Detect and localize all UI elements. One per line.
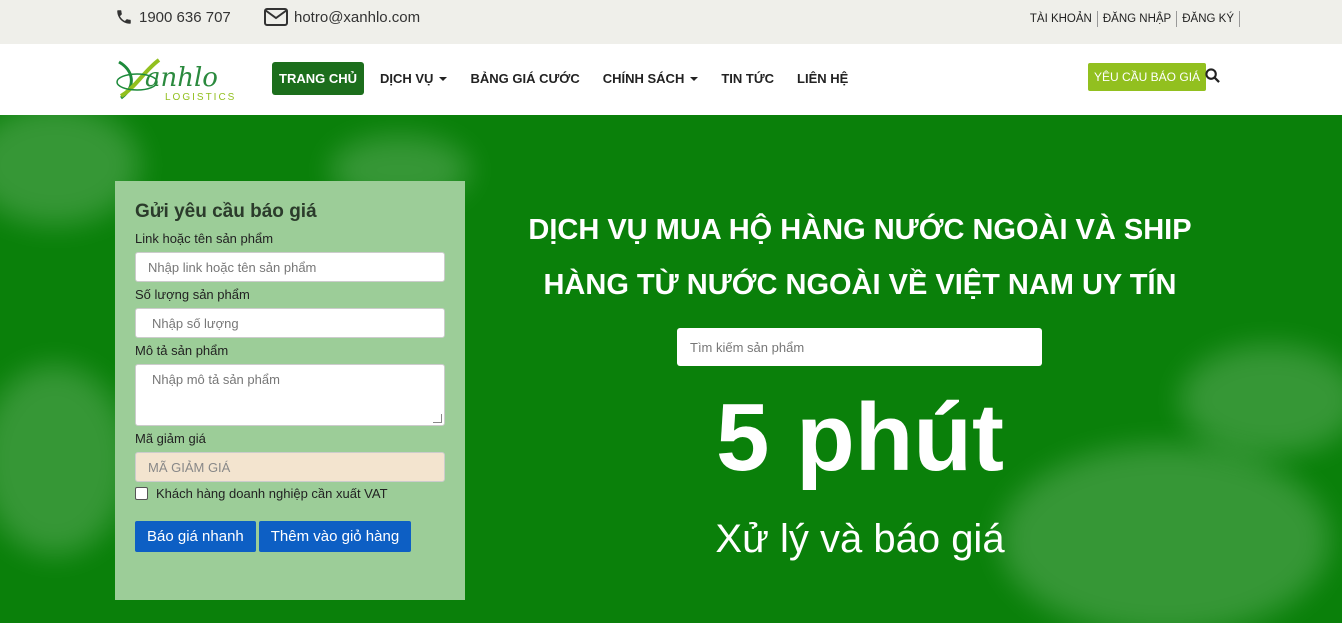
svg-text:LOGISTICS: LOGISTICS xyxy=(165,92,235,103)
register-link[interactable]: ĐĂNG KÝ xyxy=(1177,11,1240,27)
nav-pricing[interactable]: BẢNG GIÁ CƯỚC xyxy=(463,62,586,95)
phone-number: 1900 636 707 xyxy=(139,8,231,26)
vat-label: Khách hàng doanh nghiệp cần xuất VAT xyxy=(156,486,388,501)
vat-checkbox-row: Khách hàng doanh nghiệp cần xuất VAT xyxy=(135,486,445,501)
product-label: Link hoặc tên sản phẩm xyxy=(135,231,274,246)
qty-label: Số lượng sản phẩm xyxy=(135,287,250,302)
desc-label: Mô tả sản phẩm xyxy=(135,343,229,358)
main-navbar: anhlo LOGISTICS TRANG CHỦ DỊCH VỤ BẢNG G… xyxy=(0,44,1342,115)
account-links: TÀI KHOẢN ĐĂNG NHẬP ĐĂNG KÝ xyxy=(1025,11,1240,27)
nav-menu: TRANG CHỦ DỊCH VỤ BẢNG GIÁ CƯỚC CHÍNH SÁ… xyxy=(272,62,864,95)
desc-textarea[interactable]: Nhập mô tả sản phẩm xyxy=(135,364,445,426)
email-contact[interactable]: hotro@xanhlo.com xyxy=(264,8,420,26)
brand-logo[interactable]: anhlo LOGISTICS xyxy=(115,56,235,104)
nav-contact[interactable]: LIÊN HỆ xyxy=(790,62,855,95)
svg-text:anhlo: anhlo xyxy=(145,63,218,93)
nav-news[interactable]: TIN TỨC xyxy=(714,62,781,95)
email-address: hotro@xanhlo.com xyxy=(294,8,421,26)
cloud-decoration xyxy=(0,365,130,555)
desc-placeholder: Nhập mô tả sản phẩm xyxy=(152,372,280,387)
hero-big-text: 5 phút xyxy=(716,384,1004,491)
hero-title-line2: HÀNG TỪ NƯỚC NGOÀI VỀ VIỆT NAM UY TÍN xyxy=(543,269,1177,301)
top-bar: 1900 636 707 hotro@xanhlo.com TÀI KHOẢN … xyxy=(0,0,1342,44)
hero-section: Gửi yêu cầu báo giá Link hoặc tên sản ph… xyxy=(0,115,1342,623)
nav-home[interactable]: TRANG CHỦ xyxy=(272,62,364,95)
nav-news-label: TIN TỨC xyxy=(721,71,775,86)
coupon-label: Mã giảm giá xyxy=(135,431,206,446)
quote-request-form: Gửi yêu cầu báo giá Link hoặc tên sản ph… xyxy=(115,181,465,600)
phone-contact[interactable]: 1900 636 707 xyxy=(115,8,231,26)
request-quote-button[interactable]: YÊU CẦU BÁO GIÁ xyxy=(1088,63,1207,91)
cloud-decoration xyxy=(1180,345,1342,455)
nav-services-label: DỊCH VỤ xyxy=(380,71,434,86)
search-icon[interactable] xyxy=(1205,68,1220,83)
account-link[interactable]: TÀI KHOẢN xyxy=(1025,11,1098,27)
caret-down-icon xyxy=(439,76,448,81)
form-title: Gửi yêu cầu báo giá xyxy=(135,201,317,222)
product-search-input[interactable]: Tìm kiếm sản phẩm xyxy=(677,328,1042,366)
vat-checkbox[interactable] xyxy=(135,487,148,500)
qty-input[interactable]: Nhập số lượng xyxy=(135,308,445,338)
nav-policy[interactable]: CHÍNH SÁCH xyxy=(596,62,706,95)
product-input[interactable]: Nhập link hoặc tên sản phẩm xyxy=(135,252,445,282)
hero-subtitle: Xử lý và báo giá xyxy=(715,517,1005,561)
nav-home-label: TRANG CHỦ xyxy=(279,71,357,86)
form-buttons: Báo giá nhanh Thêm vào giỏ hàng xyxy=(135,521,445,552)
hero-title-line1: DỊCH VỤ MUA HỘ HÀNG NƯỚC NGOÀI VÀ SHIP xyxy=(528,214,1192,246)
login-link[interactable]: ĐĂNG NHẬP xyxy=(1098,11,1178,27)
hero-title: DỊCH VỤ MUA HỘ HÀNG NƯỚC NGOÀI VÀ SHIP H… xyxy=(490,203,1230,313)
add-to-cart-button[interactable]: Thêm vào giỏ hàng xyxy=(258,521,412,552)
nav-pricing-label: BẢNG GIÁ CƯỚC xyxy=(470,71,580,86)
nav-services[interactable]: DỊCH VỤ xyxy=(373,62,454,95)
envelope-icon xyxy=(264,8,288,26)
nav-policy-label: CHÍNH SÁCH xyxy=(602,71,685,86)
caret-down-icon xyxy=(690,76,699,81)
coupon-input[interactable]: MÃ GIẢM GIÁ xyxy=(135,452,445,482)
phone-icon xyxy=(117,10,131,24)
quick-quote-button[interactable]: Báo giá nhanh xyxy=(135,521,256,552)
nav-contact-label: LIÊN HỆ xyxy=(797,71,849,86)
